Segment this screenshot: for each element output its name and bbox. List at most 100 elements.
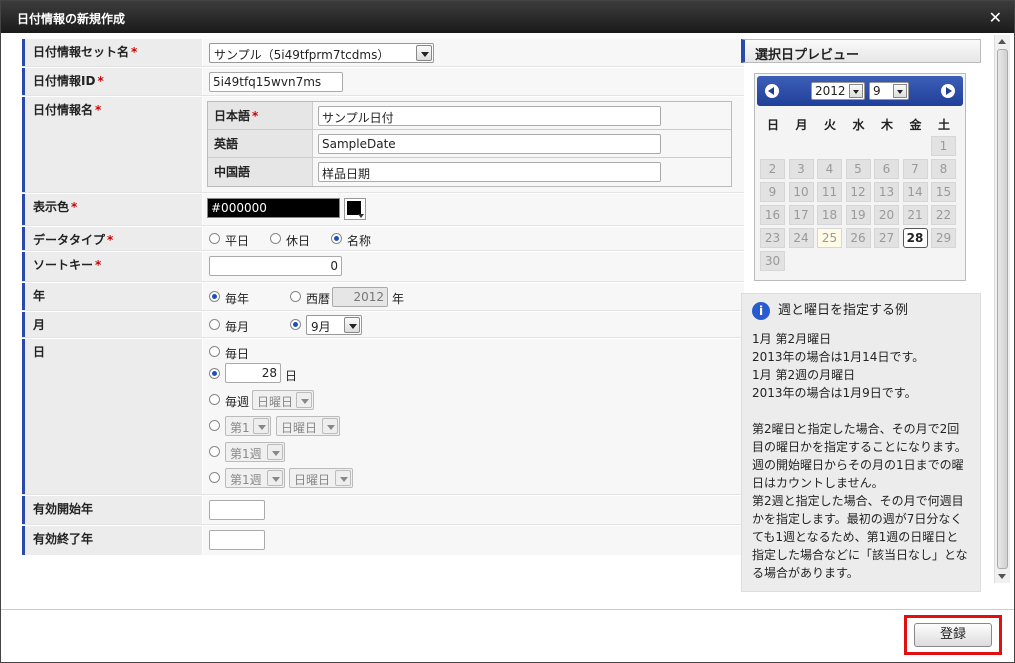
dialog-titlebar: 日付情報の新規作成 ✕ — [1, 1, 1014, 33]
row-valid-end: 有効終了年 — [22, 526, 744, 555]
calendar-day[interactable]: 1 — [931, 136, 956, 156]
calendar-day[interactable]: 22 — [931, 205, 956, 225]
day-radio-nth-week[interactable] — [209, 446, 220, 457]
name-ja-input[interactable]: サンプル日付 — [318, 106, 661, 126]
row-day: 日 毎日 28 日 毎週 日曜日 第1 日曜日 第1週 第1週 日曜日 — [22, 339, 744, 495]
chevron-down-icon — [358, 214, 364, 218]
year-input[interactable]: 2012 — [332, 287, 388, 307]
calendar-day[interactable]: 11 — [817, 182, 842, 202]
nth-select[interactable]: 第1 — [225, 416, 271, 436]
nth-week-select[interactable]: 第1週 — [225, 442, 285, 462]
calendar-day[interactable]: 19 — [845, 205, 871, 225]
calendar-month-select[interactable]: 9 — [869, 82, 909, 100]
calendar-day[interactable]: 27 — [874, 228, 899, 248]
calendar-dow: 土 — [937, 118, 950, 132]
sortkey-label: ソートキー * — [22, 252, 202, 281]
name-zh-input[interactable]: 样品日期 — [318, 162, 661, 182]
calendar-day[interactable]: 2 — [760, 159, 785, 179]
calendar-day[interactable]: 14 — [902, 182, 928, 202]
scroll-thumb[interactable] — [997, 49, 1008, 569]
calendar-year-select[interactable]: 2012 — [811, 82, 865, 100]
nth-week2-weekday-select[interactable]: 日曜日 — [289, 468, 353, 488]
valid-start-input[interactable] — [209, 500, 265, 520]
calendar-header: 2012 9 — [757, 76, 963, 106]
calendar-day[interactable]: 7 — [902, 159, 928, 179]
calendar-day[interactable]: 17 — [788, 205, 814, 225]
name-en-input[interactable]: SampleDate — [318, 134, 661, 154]
nth-weekday-select[interactable]: 日曜日 — [276, 416, 340, 436]
setname-label: 日付情報セット名 * — [22, 39, 202, 66]
datatype-radio-weekday[interactable] — [209, 233, 220, 244]
row-year: 年 毎年 西暦 2012 年 — [22, 283, 744, 311]
calendar-day[interactable]: 5 — [845, 159, 871, 179]
calendar-day[interactable]: 15 — [931, 182, 956, 202]
month-radio-specific[interactable] — [290, 319, 301, 330]
row-id: 日付情報ID * 5i49tfq15wvn7ms — [22, 68, 744, 96]
day-label: 日 — [22, 339, 202, 494]
datatype-radio-name[interactable] — [331, 233, 342, 244]
calendar-day[interactable]: 28 — [902, 228, 928, 248]
day-radio-every[interactable] — [209, 346, 220, 357]
info-panel: i 週と曜日を指定する例 1月 第2月曜日 2013年の場合は1月14日です。 … — [741, 293, 981, 592]
scroll-down-icon[interactable] — [998, 574, 1006, 579]
day-input[interactable]: 28 — [225, 363, 281, 383]
color-input[interactable]: #000000 — [207, 198, 340, 218]
year-radio-seireki[interactable] — [290, 291, 301, 302]
close-icon[interactable]: ✕ — [989, 8, 1002, 27]
day-radio-nth-weekday[interactable] — [209, 420, 220, 431]
row-sortkey: ソートキー * 0 — [22, 252, 744, 282]
preview-heading: 選択日プレビュー — [741, 39, 981, 63]
color-label: 表示色 * — [22, 194, 202, 225]
month-radio-every[interactable] — [209, 319, 220, 330]
chevron-down-icon — [335, 470, 351, 486]
scrollbar[interactable] — [994, 35, 1010, 583]
calendar-day[interactable]: 3 — [788, 159, 814, 179]
prev-month-icon[interactable] — [765, 84, 779, 98]
register-button[interactable]: 登録 — [914, 623, 992, 647]
calendar-day[interactable]: 25 — [817, 228, 842, 248]
day-radio-nth-week-weekday[interactable] — [209, 472, 220, 483]
chevron-down-icon — [893, 84, 907, 98]
calendar-day[interactable]: 18 — [817, 205, 842, 225]
nth-week2-select[interactable]: 第1週 — [225, 468, 285, 488]
scroll-up-icon[interactable] — [998, 39, 1006, 44]
month-select[interactable]: 9月 — [306, 315, 362, 335]
calendar-day[interactable]: 13 — [874, 182, 899, 202]
year-radio-every[interactable] — [209, 291, 220, 302]
day-radio-specific[interactable] — [209, 368, 220, 379]
calendar-day[interactable]: 26 — [845, 228, 871, 248]
calendar-day[interactable]: 24 — [788, 228, 814, 248]
calendar-day[interactable]: 30 — [760, 251, 785, 271]
calendar-dow: 金 — [909, 118, 922, 132]
calendar-day[interactable]: 23 — [760, 228, 785, 248]
datatype-radio-holiday[interactable] — [270, 233, 281, 244]
color-swatch — [347, 201, 361, 215]
calendar-day[interactable]: 6 — [874, 159, 899, 179]
calendar-day[interactable]: 9 — [760, 182, 785, 202]
calendar-day[interactable]: 8 — [931, 159, 956, 179]
setname-select[interactable]: サンプル（5i49tfprm7tcdms） — [209, 43, 434, 63]
month-label: 月 — [22, 312, 202, 337]
calendar-day[interactable]: 20 — [874, 205, 899, 225]
color-picker-button[interactable] — [344, 198, 366, 220]
calendar-day[interactable]: 21 — [902, 205, 928, 225]
chevron-down-icon — [253, 418, 269, 434]
chevron-down-icon — [267, 470, 283, 486]
row-datatype: データタイプ * 平日 休日 名称 — [22, 227, 744, 251]
day-radio-weekly[interactable] — [209, 394, 220, 405]
id-input[interactable]: 5i49tfq15wvn7ms — [209, 72, 343, 92]
lang-row-en: 英語 SampleDate — [208, 130, 731, 158]
calendar-day[interactable]: 4 — [817, 159, 842, 179]
calendar-day[interactable]: 16 — [760, 205, 785, 225]
calendar-day[interactable]: 12 — [845, 182, 871, 202]
calendar-day[interactable]: 10 — [788, 182, 814, 202]
dialog-title: 日付情報の新規作成 — [17, 12, 126, 26]
name-label: 日付情報名 * — [22, 97, 202, 192]
valid-end-input[interactable] — [209, 530, 265, 550]
next-month-icon[interactable] — [941, 84, 955, 98]
calendar: 2012 9 日月火水木金土 1 2 3 4 5 6 7 8 9 10 11 12 13 14 15 16 17 1… — [754, 73, 966, 281]
calendar-day[interactable]: 29 — [931, 228, 956, 248]
sortkey-input[interactable]: 0 — [209, 256, 342, 276]
info-icon: i — [752, 302, 770, 320]
weekly-weekday-select[interactable]: 日曜日 — [252, 390, 314, 410]
